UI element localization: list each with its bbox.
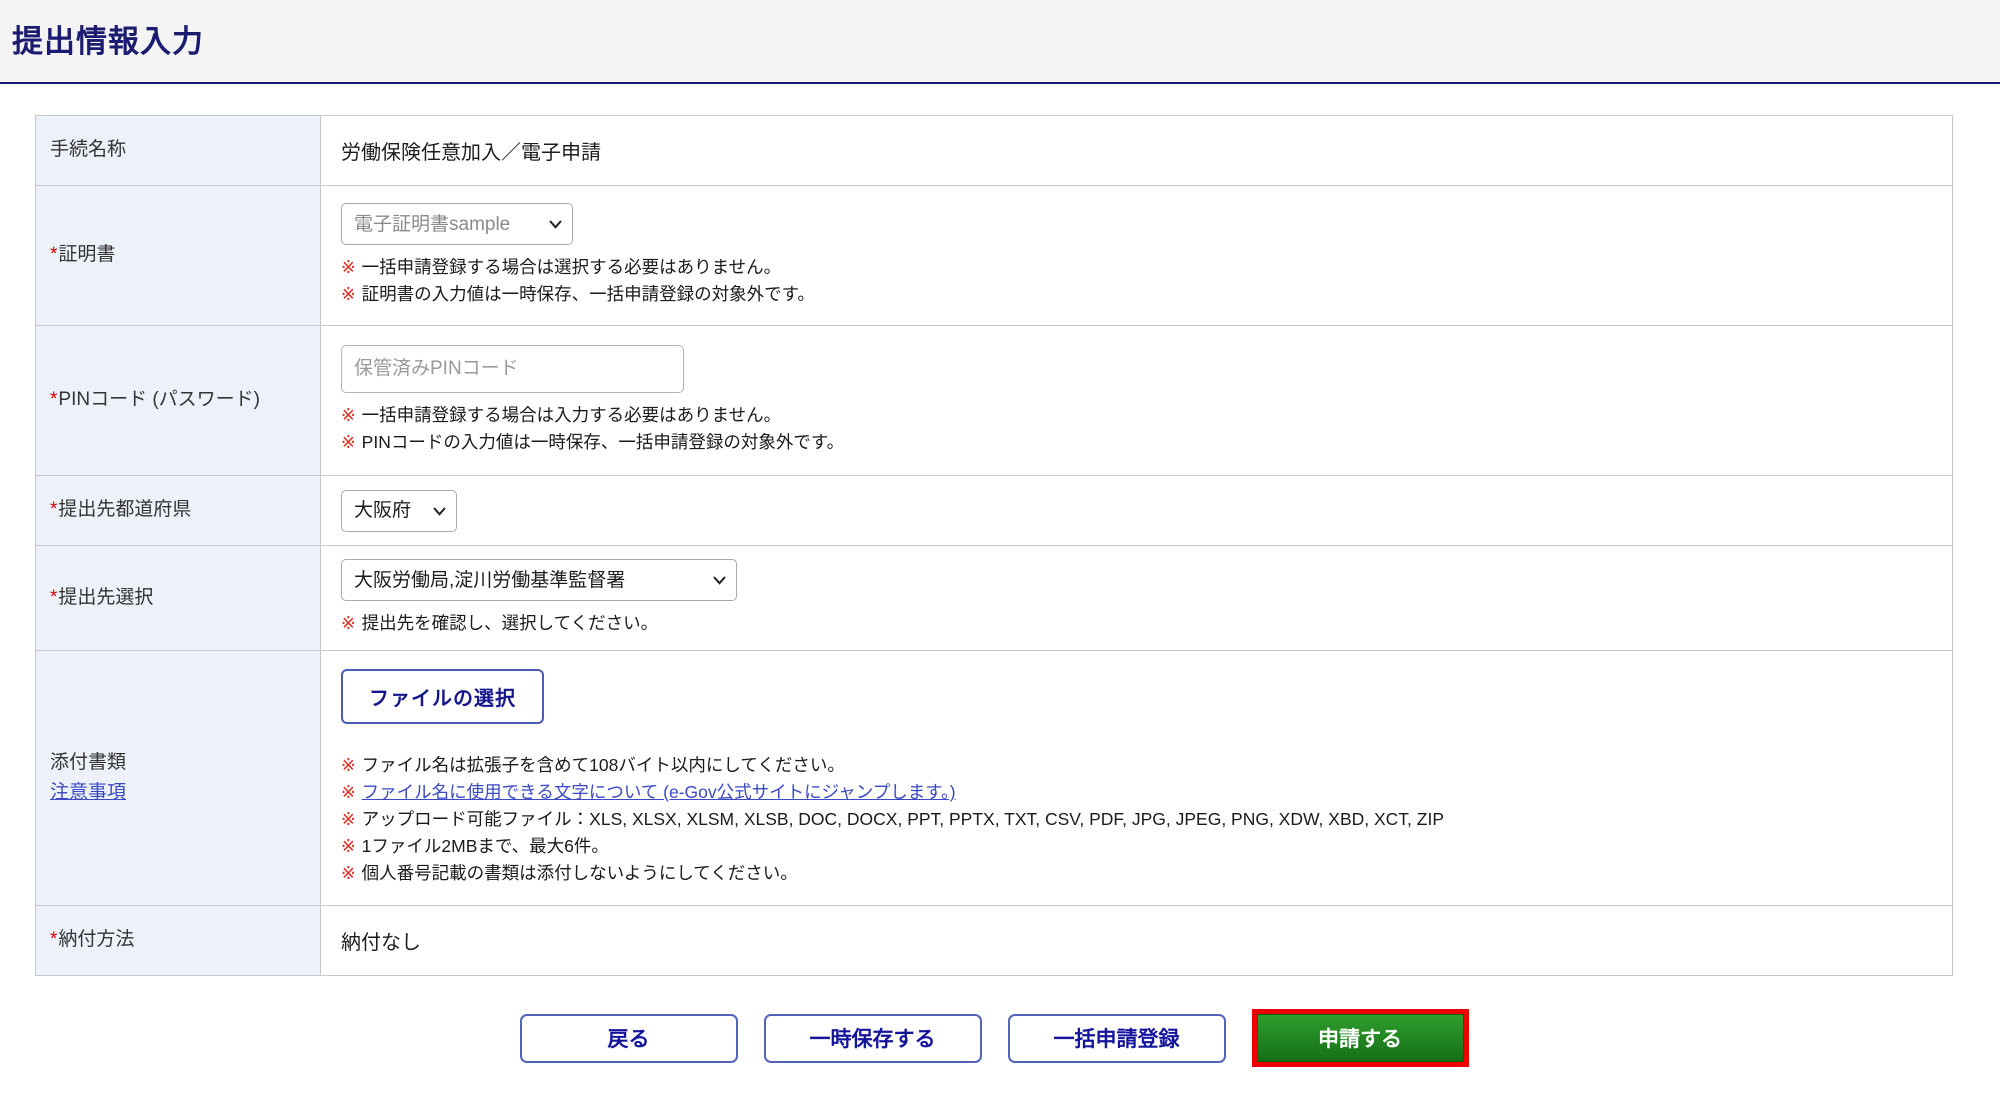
pin-note: ※ PINコードの入力値は一時保存、一括申請登録の対象外です。 <box>341 432 845 452</box>
table-row-payment: *納付方法 納付なし <box>35 905 1953 976</box>
procedure-name-label: 手続名称 <box>35 115 321 186</box>
note-mark: ※ <box>341 613 356 633</box>
prefecture-select[interactable]: 大阪府 <box>341 489 457 532</box>
certificate-select[interactable]: 電子証明書sample <box>341 203 573 245</box>
required-mark: * <box>50 244 58 266</box>
attachments-note-link-line: ※ ファイル名に使用できる文字について (e-Gov公式サイトにジャンプします。) <box>341 779 1932 806</box>
submission-form-table: 手続名称 労働保険任意加入／電子申請 *証明書 電子証明書sample ※ 一括申… <box>35 115 1953 976</box>
note-mark: ※ <box>341 755 356 775</box>
destination-label: *提出先選択 <box>35 545 321 651</box>
submit-highlight-frame: 申請する <box>1251 1009 1469 1067</box>
attachments-label-cell: 添付書類 注意事項 <box>35 650 321 906</box>
table-row-certificate: *証明書 電子証明書sample ※ 一括申請登録する場合は選択する必要はありませ… <box>35 185 1953 326</box>
table-row-attachments: 添付書類 注意事項 ファイルの選択 ※ ファイル名は拡張子を含めて108バイト以内… <box>35 650 1953 906</box>
certificate-label: *証明書 <box>35 185 321 326</box>
caution-link[interactable]: 注意事項 <box>50 782 126 803</box>
note-mark: ※ <box>341 284 356 304</box>
certificate-note: ※ 証明書の入力値は一時保存、一括申請登録の対象外です。 <box>341 284 815 304</box>
file-select-button[interactable]: ファイルの選択 <box>341 669 544 724</box>
procedure-name-value: 労働保険任意加入／電子申請 <box>320 115 1953 186</box>
attachments-note-size: ※ 1ファイル2MBまで、最大6件。 <box>341 836 609 856</box>
required-mark: * <box>50 929 58 951</box>
page-header: 提出情報入力 <box>0 0 2000 84</box>
required-mark: * <box>50 389 58 411</box>
table-row-prefecture: *提出先都道府県 大阪府 <box>35 475 1953 546</box>
note-mark: ※ <box>341 405 356 425</box>
note-mark: ※ <box>341 809 356 829</box>
table-row-pin: *PINコード (パスワード) ※一括申請登録する場合は入力する必要はありません… <box>35 325 1953 476</box>
note-mark: ※ <box>341 863 356 883</box>
payment-label: *納付方法 <box>35 905 321 976</box>
temp-save-button[interactable]: 一時保存する <box>763 1013 982 1063</box>
required-mark: * <box>50 499 58 521</box>
note-mark: ※ <box>341 432 356 452</box>
action-buttons-bar: 戻る 一時保存する 一括申請登録 申請する <box>35 1009 1953 1067</box>
prefecture-value-cell: 大阪府 <box>320 475 1953 546</box>
back-button[interactable]: 戻る <box>519 1013 738 1063</box>
attachments-value-cell: ファイルの選択 ※ ファイル名は拡張子を含めて108バイト以内にしてください。 ※… <box>320 650 1953 906</box>
required-mark: * <box>50 586 58 608</box>
certificate-note: ※ 一括申請登録する場合は選択する必要はありません。 <box>341 257 782 277</box>
payment-value: 納付なし <box>320 905 1953 976</box>
attachments-note-mynumber: ※ 個人番号記載の書類は添付しないようにしてください。 <box>341 863 798 883</box>
submit-button[interactable]: 申請する <box>1256 1014 1464 1062</box>
pin-note: ※ 一括申請登録する場合は入力する必要はありません。 <box>341 405 782 425</box>
pin-label: *PINコード (パスワード) <box>35 325 321 476</box>
prefecture-label: *提出先都道府県 <box>35 475 321 546</box>
attachments-note-filetypes: ※ アップロード可能ファイル：XLS, XLSX, XLSM, XLSB, DOC… <box>341 809 1444 829</box>
table-row-procedure: 手続名称 労働保険任意加入／電子申請 <box>35 115 1953 186</box>
destination-select[interactable]: 大阪労働局,淀川労働基準監督署 <box>341 559 737 601</box>
destination-note: ※ 提出先を確認し、選択してください。 <box>341 613 659 633</box>
destination-value-cell: 大阪労働局,淀川労働基準監督署 ※ 提出先を確認し、選択してください。 <box>320 545 1953 651</box>
attachments-note-filename: ※ ファイル名は拡張子を含めて108バイト以内にしてください。 <box>341 755 845 775</box>
page-title: 提出情報入力 <box>12 24 204 59</box>
table-row-destination: *提出先選択 大阪労働局,淀川労働基準監督署 ※ 提出先を確認し、選択してください… <box>35 545 1953 651</box>
note-mark: ※ <box>341 782 356 802</box>
note-mark: ※ <box>341 836 356 856</box>
pin-input[interactable] <box>341 345 684 393</box>
pin-value-cell: ※一括申請登録する場合は入力する必要はありません。 ※PINコードの入力値は一時… <box>320 325 1953 476</box>
attachments-label: 添付書類 <box>50 751 127 773</box>
certificate-value-cell: 電子証明書sample ※ 一括申請登録する場合は選択する必要はありません。 ※ 証… <box>320 185 1953 326</box>
note-mark: ※ <box>341 257 356 277</box>
batch-register-button[interactable]: 一括申請登録 <box>1007 1013 1226 1063</box>
filename-chars-link[interactable]: ファイル名に使用できる文字について (e-Gov公式サイトにジャンプします。) <box>362 782 956 802</box>
